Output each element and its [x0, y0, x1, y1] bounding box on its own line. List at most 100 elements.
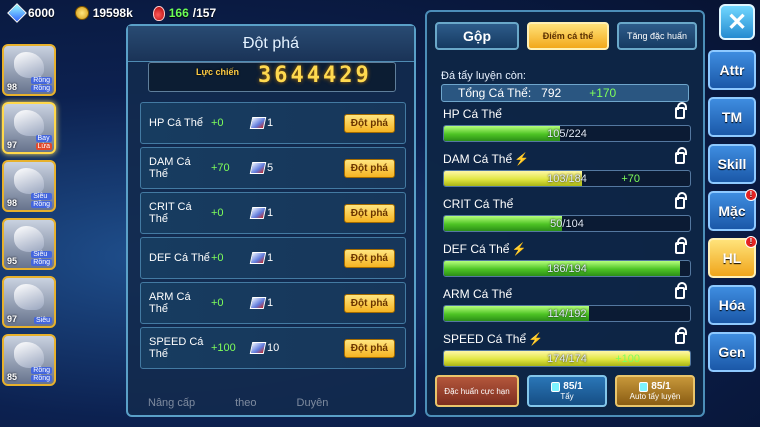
stamina-max: /157 [192, 6, 217, 20]
type-tag: Rồng [31, 77, 52, 84]
breakthrough-button[interactable]: Đột phá [343, 248, 395, 268]
pokemon-level: 97 [7, 314, 18, 324]
potion-icon [152, 5, 165, 21]
stat-crit: CRIT Cá Thể 50/104 [443, 192, 691, 232]
type-tag: Rồng [31, 375, 52, 382]
breakthrough-row-hp: HP Cá Thể +0 1 Đột phá [140, 102, 406, 144]
pokemon-portrait [14, 168, 44, 194]
breakthrough-row-dam: DAM Cá Thể +70 5 Đột phá [140, 147, 406, 189]
button-label: Tẩy [560, 392, 574, 401]
lock-icon[interactable] [675, 102, 687, 119]
auto-count: 85/1 [651, 381, 671, 392]
roster-slot-3[interactable]: 98 Siêu Rồng [2, 160, 56, 212]
pokemon-portrait [14, 52, 44, 78]
breakthrough-button[interactable]: Đột phá [343, 158, 395, 178]
breakthrough-row-speed: SPEED Cá Thể +100 10 Đột phá [140, 327, 406, 369]
tab-follow[interactable]: theo [235, 397, 256, 409]
tome-icon [249, 117, 267, 129]
menu-hl[interactable]: HL! [708, 236, 757, 278]
roster-slot-4[interactable]: 95 Siêu Rồng [2, 218, 56, 270]
pokemon-roster: 98 Rồng Rồng 97 Bay Lửa 98 Siêu Rồng 95 Siê… [2, 44, 72, 392]
stat-value: 103/184 [547, 172, 587, 185]
menu-gen[interactable]: Gen [708, 332, 756, 372]
tab-special-training[interactable]: Tăng đặc huấn [617, 22, 697, 50]
menu-skill[interactable]: Skill [708, 144, 756, 184]
stat-hp: HP Cá Thể 105/224 [443, 102, 691, 142]
stat-label: CRIT Cá Thể [443, 197, 514, 211]
tab-affinity[interactable]: Duyên [297, 397, 329, 409]
panel-title: Đột phá [128, 26, 414, 62]
material-cost: 5 [249, 162, 321, 174]
pokemon-portrait [14, 110, 44, 136]
menu-equip[interactable]: Mặc! [708, 189, 757, 231]
lightning-icon: ⚡ [528, 332, 544, 346]
stat-progress-bar: 103/184 +70 [443, 170, 691, 187]
pokemon-level: 98 [7, 82, 18, 92]
tab-merge[interactable]: Gộp [435, 22, 519, 50]
stat-value: 174/174 [547, 352, 587, 365]
material-count: 1 [267, 207, 274, 219]
type-tag: Rồng [31, 85, 52, 92]
menu-attr[interactable]: Attr [708, 50, 756, 90]
stat-value: 50/104 [550, 217, 584, 230]
type-tag: Siêu [33, 317, 52, 324]
stat-name: SPEED Cá Thể [149, 336, 204, 360]
roster-slot-2[interactable]: 97 Bay Lửa [2, 102, 56, 154]
breakthrough-button[interactable]: Đột phá [343, 293, 395, 313]
breakthrough-button[interactable]: Đột phá [343, 113, 395, 133]
material-count: 1 [267, 252, 274, 264]
pokemon-level: 95 [7, 256, 18, 266]
gold-amount: 19598k [92, 6, 133, 20]
pokemon-level: 98 [7, 198, 18, 208]
breakthrough-row-arm: ARM Cá Thể +0 1 Đột phá [140, 282, 406, 324]
stat-bonus: +0 [211, 207, 224, 219]
gold-coin-icon [74, 6, 89, 20]
tome-icon [249, 207, 267, 219]
stat-arm: ARM Cá Thể 114/192 [443, 282, 691, 322]
material-cost: 1 [249, 297, 321, 309]
lock-icon[interactable] [675, 192, 687, 209]
lock-icon[interactable] [675, 147, 687, 164]
wash-button[interactable]: 85/1 Tẩy [527, 375, 607, 407]
roster-slot-5[interactable]: 97 Siêu [2, 276, 56, 328]
roster-slot-1[interactable]: 98 Rồng Rồng [2, 44, 56, 96]
extreme-training-button[interactable]: Đặc huấn cực hạn [435, 375, 519, 407]
lock-icon[interactable] [675, 327, 687, 344]
stat-bonus: +0 [211, 252, 224, 264]
material-count: 10 [267, 342, 280, 354]
tab-upgrade[interactable]: Nâng cấp [148, 397, 195, 409]
alert-badge: ! [745, 236, 757, 248]
gold-counter: 19598k [74, 6, 133, 20]
auto-wash-button[interactable]: 85/1 Auto tẩy luyện [615, 375, 695, 407]
tome-icon [249, 297, 267, 309]
stat-progress-bar: 114/192 [443, 305, 691, 322]
menu-tm[interactable]: TM [708, 97, 756, 137]
type-tag: Rồng [31, 201, 52, 208]
roster-slot-6[interactable]: 85 Rồng Rồng [2, 334, 56, 386]
stat-speed: SPEED Cá Thể ⚡ 174/174 +100 [443, 327, 691, 367]
total-individual-bar: Tổng Cá Thể: 792 +170 [441, 84, 689, 102]
close-button[interactable]: ✕ [719, 4, 755, 40]
stat-name: DEF Cá Thể [149, 252, 210, 264]
total-label: Tổng Cá Thể: [458, 86, 532, 100]
stat-bonus: +100 [615, 352, 640, 365]
stat-bonus: +70 [621, 172, 640, 185]
tab-individual-points[interactable]: Điểm cá thể [527, 22, 609, 50]
tome-icon [249, 252, 267, 264]
pokemon-portrait [14, 342, 44, 368]
combat-power-value: 3644429 [258, 63, 372, 88]
stat-label: DEF Cá Thể [443, 242, 510, 256]
breakthrough-button[interactable]: Đột phá [343, 203, 395, 223]
stat-value: 114/192 [547, 307, 587, 320]
menu-evolve[interactable]: Hóa [708, 285, 756, 325]
total-bonus: +170 [589, 86, 617, 100]
lock-icon[interactable] [675, 237, 687, 254]
stat-bonus: +70 [211, 162, 230, 174]
combat-power-label: Lực chiến [196, 67, 240, 77]
side-menu: Attr TM Skill Mặc! HL! Hóa Gen [708, 50, 757, 379]
stat-progress-bar: 174/174 +100 [443, 350, 691, 367]
stat-value: 186/194 [547, 262, 587, 275]
stat-name: HP Cá Thể [149, 117, 204, 129]
breakthrough-button[interactable]: Đột phá [343, 338, 395, 358]
lock-icon[interactable] [675, 282, 687, 299]
